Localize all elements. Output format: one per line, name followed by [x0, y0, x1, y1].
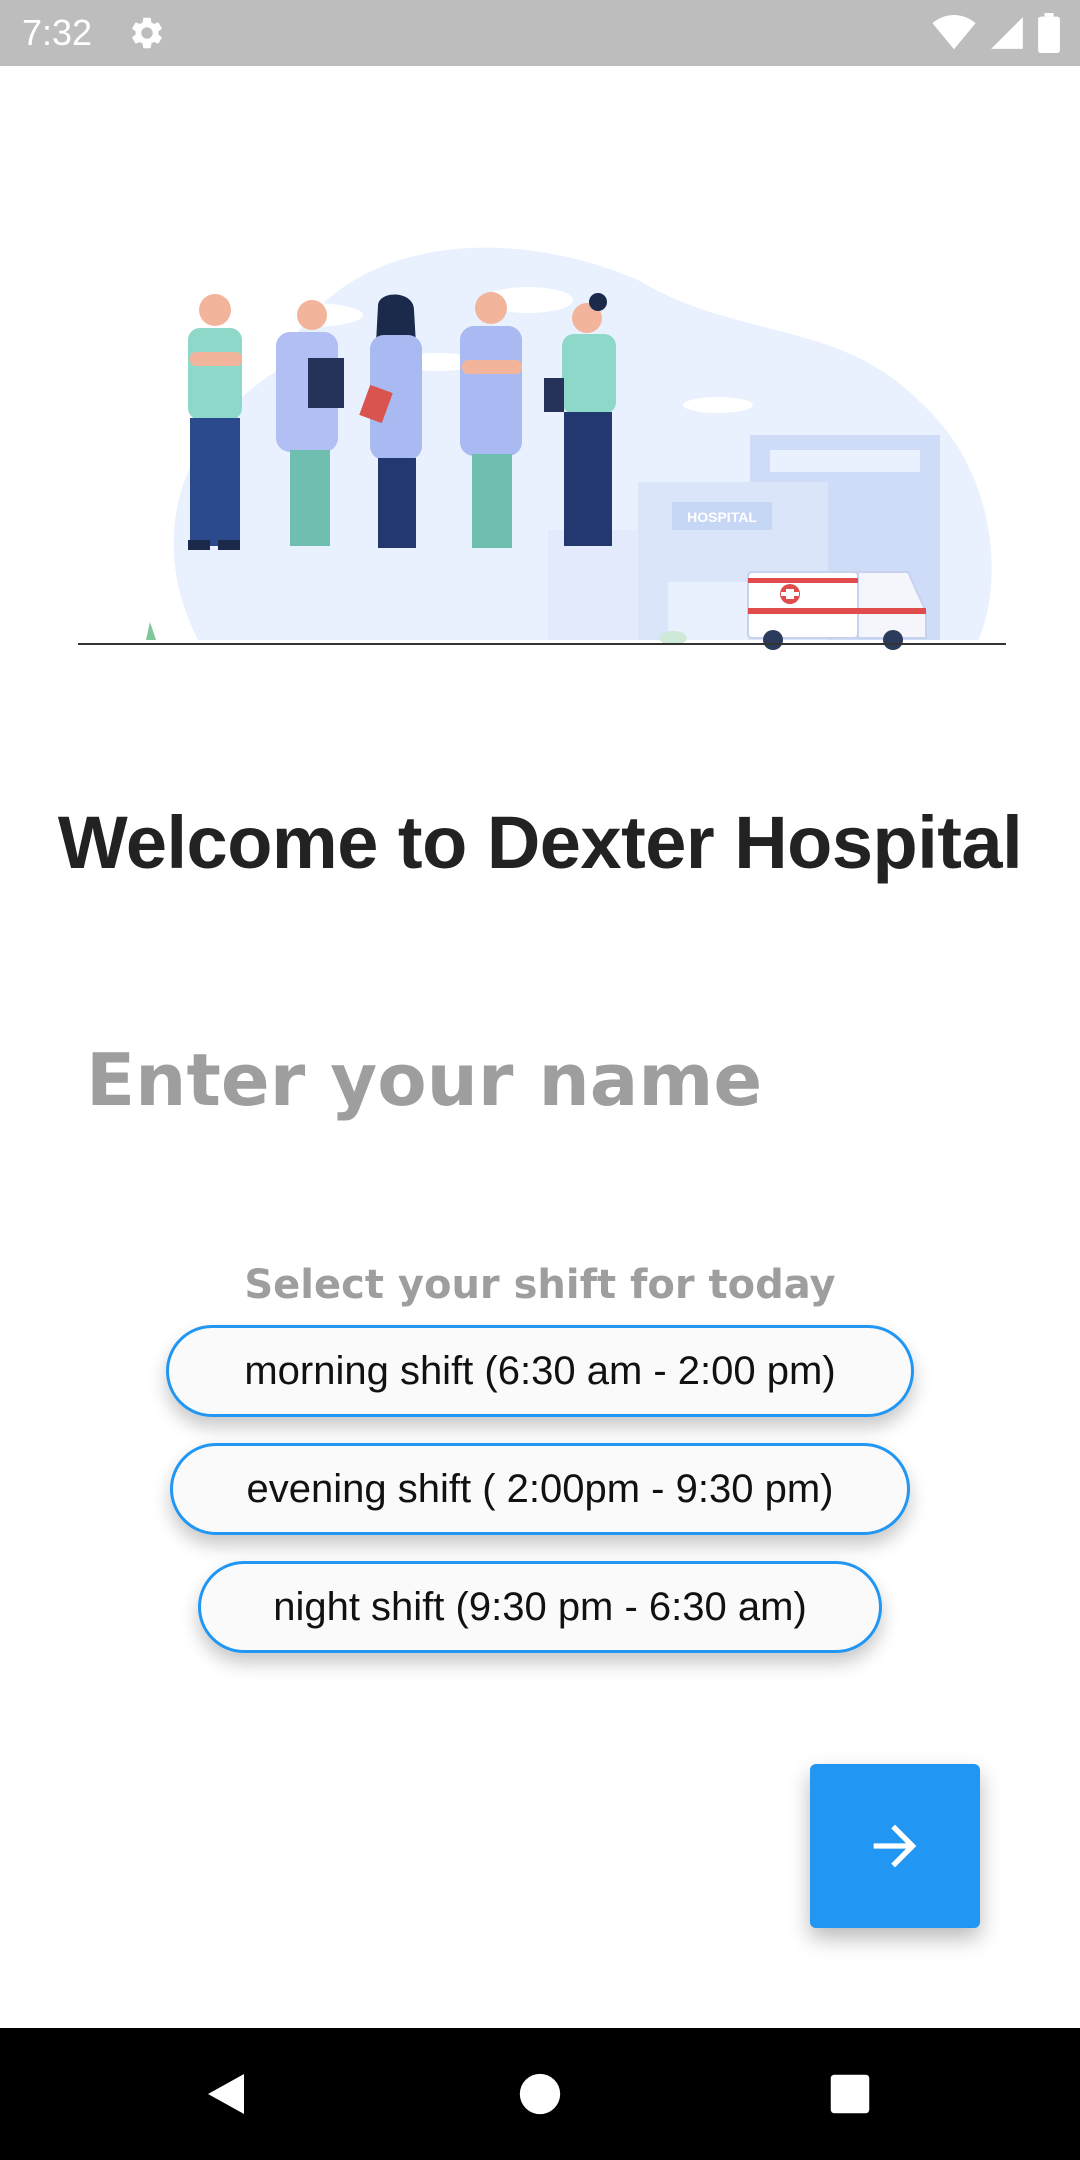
signal-icon [991, 17, 1023, 49]
gear-icon [132, 17, 162, 49]
hospital-sign-text: HOSPITAL [687, 509, 757, 525]
back-button[interactable] [190, 2058, 262, 2130]
doctors-illustration: HOSPITAL [78, 247, 1006, 650]
night-shift-button[interactable]: night shift (9:30 pm - 6:30 am) [198, 1561, 882, 1653]
page-title: Welcome to Dexter Hospital [57, 801, 1023, 884]
status-icons [932, 12, 1060, 54]
app-screen: 7:32 HOSPITAL Welcome to Dexter Hospital… [0, 0, 1080, 2160]
back-icon [208, 2074, 244, 2114]
shift-label: Select your shift for today [244, 1262, 836, 1308]
status-bar: 7:32 [0, 0, 1080, 66]
home-icon [519, 2073, 561, 2115]
navigation-bar [0, 2028, 1080, 2160]
arrow-right-icon [873, 1824, 917, 1868]
evening-shift-button[interactable]: evening shift ( 2:00pm - 9:30 pm) [170, 1443, 910, 1535]
battery-icon [1038, 13, 1060, 53]
doctor-figure [188, 294, 242, 550]
next-button[interactable] [810, 1764, 980, 1928]
morning-shift-label: morning shift (6:30 am - 2:00 pm) [244, 1348, 836, 1393]
evening-shift-label: evening shift ( 2:00pm - 9:30 pm) [246, 1466, 834, 1511]
morning-shift-button[interactable]: morning shift (6:30 am - 2:00 pm) [166, 1325, 914, 1417]
recents-icon [830, 2074, 870, 2114]
night-shift-label: night shift (9:30 pm - 6:30 am) [273, 1584, 807, 1629]
name-input[interactable] [86, 1030, 986, 1130]
home-button[interactable] [504, 2058, 576, 2130]
status-time: 7:32 [22, 12, 93, 53]
recents-button[interactable] [814, 2058, 886, 2130]
wifi-icon [932, 15, 976, 50]
